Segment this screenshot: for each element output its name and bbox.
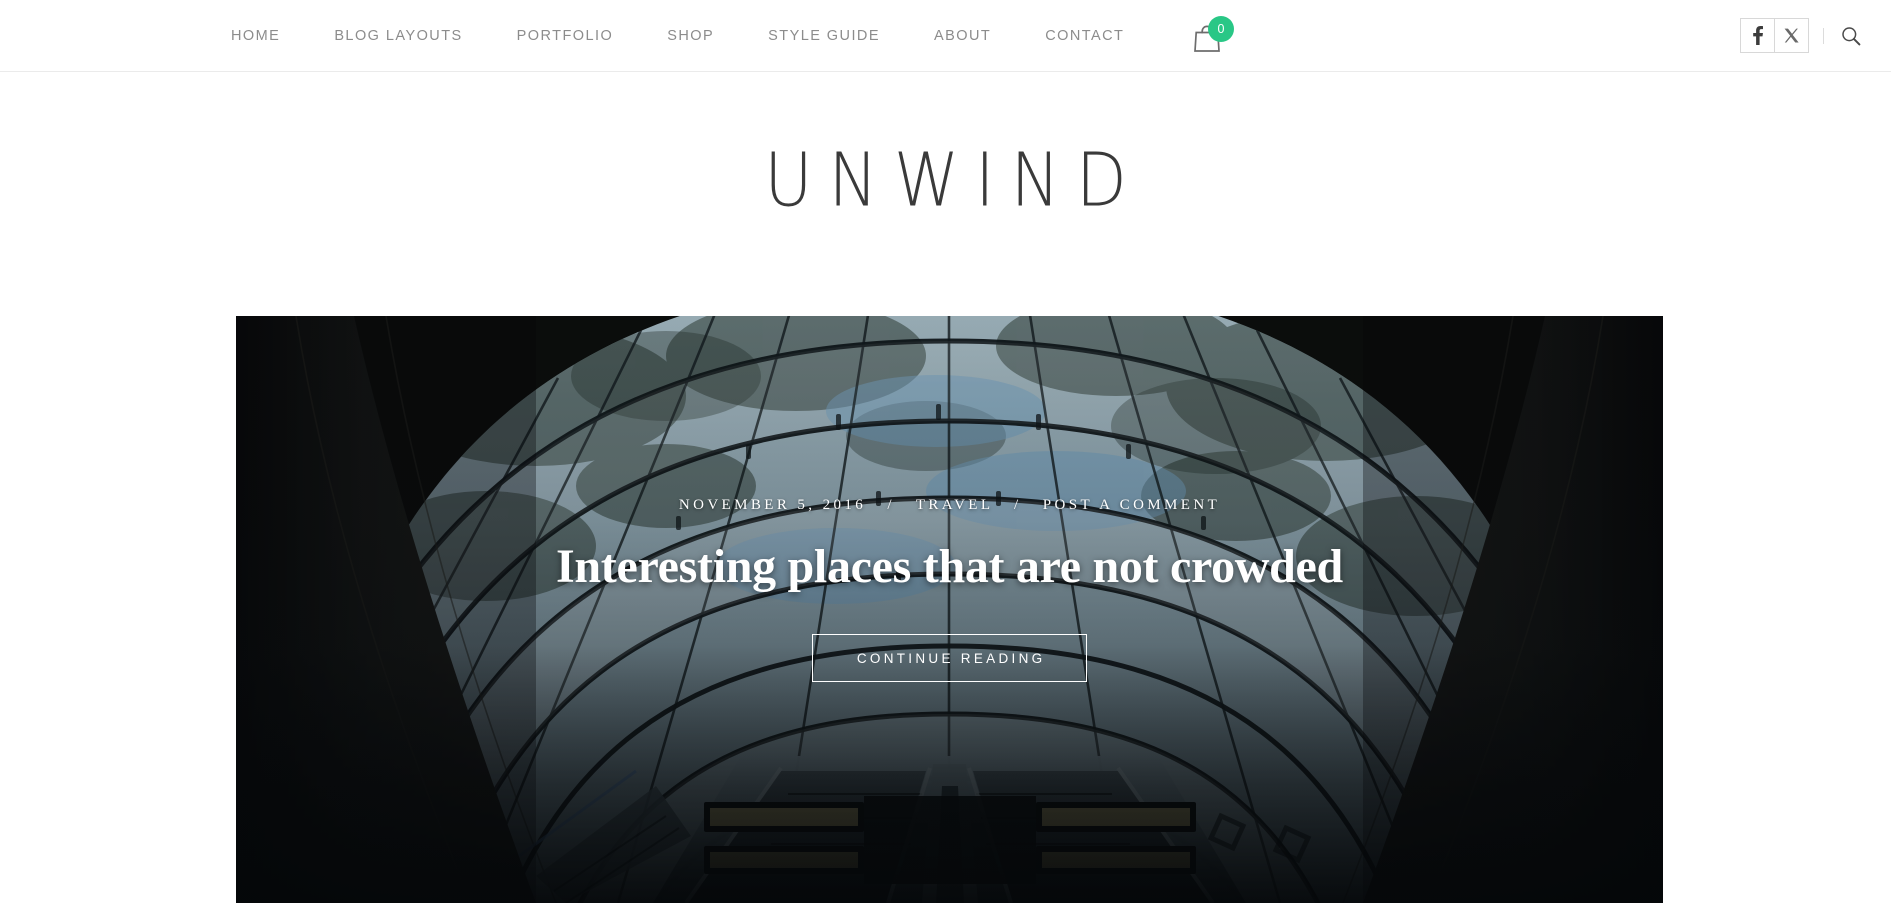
meta-separator-1: /	[887, 497, 895, 513]
nav-item-portfolio[interactable]: PORTFOLIO	[517, 28, 614, 44]
header-actions	[1740, 0, 1863, 71]
continue-reading-button[interactable]: CONTINUE READING	[811, 633, 1088, 683]
featured-post-card: Way out NOVEMBER 5, 2016 / TRAVEL / POST…	[236, 316, 1663, 903]
post-title[interactable]: Interesting places that are not crowded	[236, 540, 1663, 594]
nav-item-contact[interactable]: CONTACT	[1045, 28, 1124, 44]
post-date[interactable]: NOVEMBER 5, 2016	[679, 497, 866, 513]
featured-post-content: NOVEMBER 5, 2016 / TRAVEL / POST A COMME…	[236, 497, 1663, 683]
site-logo[interactable]: UNWIND	[0, 143, 1891, 218]
post-meta: NOVEMBER 5, 2016 / TRAVEL / POST A COMME…	[236, 497, 1663, 514]
nav-item-home[interactable]: HOME	[231, 28, 280, 44]
search-icon	[1842, 26, 1861, 45]
facebook-icon	[1752, 26, 1763, 45]
nav-item-blog-layouts[interactable]: BLOG LAYOUTS	[334, 28, 462, 44]
x-twitter-button[interactable]	[1774, 18, 1809, 53]
search-button[interactable]	[1839, 24, 1863, 48]
main-navigation: HOME BLOG LAYOUTS PORTFOLIO SHOP STYLE G…	[231, 0, 1124, 71]
post-comments-link[interactable]: POST A COMMENT	[1043, 497, 1220, 513]
cart-button[interactable]: 0	[1185, 14, 1237, 60]
cart-count-badge: 0	[1208, 16, 1234, 42]
site-header: HOME BLOG LAYOUTS PORTFOLIO SHOP STYLE G…	[0, 0, 1891, 72]
nav-item-about[interactable]: ABOUT	[934, 28, 991, 44]
x-twitter-icon	[1784, 28, 1799, 43]
header-divider	[1823, 27, 1824, 44]
facebook-button[interactable]	[1740, 18, 1775, 53]
meta-separator-2: /	[1014, 497, 1022, 513]
post-category[interactable]: TRAVEL	[916, 497, 993, 513]
nav-item-shop[interactable]: SHOP	[667, 28, 714, 44]
nav-item-style-guide[interactable]: STYLE GUIDE	[768, 28, 880, 44]
